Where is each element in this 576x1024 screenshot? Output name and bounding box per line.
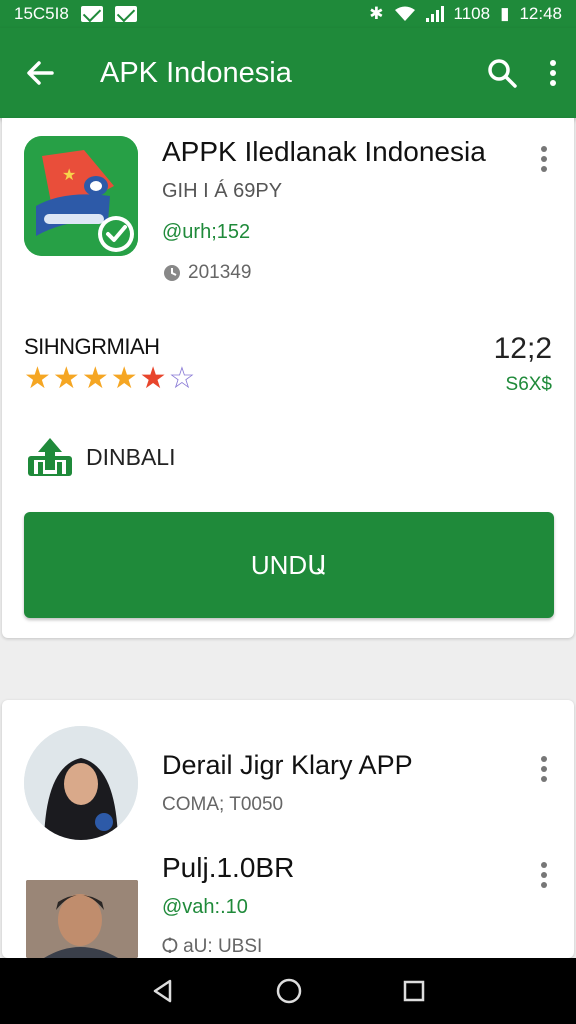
page-title: APK Indonesia xyxy=(100,56,292,89)
nav-recents-icon[interactable] xyxy=(402,979,426,1003)
svg-text:★: ★ xyxy=(62,167,76,184)
app-logo-icon[interactable]: ★ xyxy=(24,136,138,256)
list-item-sub: @vah:.10 xyxy=(162,896,248,918)
list-item-title[interactable]: Pulj.1.0BR xyxy=(162,852,294,884)
app-size-row: 201349 xyxy=(162,262,251,284)
list-item-meta: Ѻ aU: UBSI xyxy=(162,936,263,957)
wifi-icon xyxy=(394,6,415,21)
rating-value: 12;2 xyxy=(493,332,552,365)
app-detail-card: ★ APPK Iledlanak Indonesia GIH I Á 69PY … xyxy=(2,118,574,638)
search-icon[interactable] xyxy=(486,57,518,89)
battery-level: 1108 xyxy=(453,4,491,23)
back-button[interactable] xyxy=(18,51,62,95)
profile-photo[interactable] xyxy=(26,880,138,958)
app-developer: GIH I Á 69PY xyxy=(162,180,283,202)
rating-stars: ★ ★ ★ ★ ★ ☆ xyxy=(24,364,195,394)
list-item-menu-button[interactable] xyxy=(539,862,549,888)
status-bar: 15C5I8 ✱ 1108 ▮ 12:48 xyxy=(0,0,576,28)
signal-icon xyxy=(425,6,444,22)
download-icon xyxy=(28,438,72,476)
system-nav-bar xyxy=(0,958,576,1024)
overflow-menu-button[interactable] xyxy=(548,56,558,90)
rating-sub: S6X$ xyxy=(505,374,552,395)
star-icon: ★ xyxy=(52,362,80,395)
install-button[interactable]: UNDԱ xyxy=(24,512,554,618)
app-menu-button[interactable] xyxy=(539,146,549,172)
list-item-sub: COMA; T0050 xyxy=(162,794,284,815)
app-bar: APK Indonesia xyxy=(0,28,576,118)
download-row[interactable]: DINBALI xyxy=(26,436,175,478)
app-size: 201349 xyxy=(188,262,252,283)
status-time-left: 15C5I8 xyxy=(14,4,69,23)
clock-icon xyxy=(164,265,180,281)
star-icon: ★ xyxy=(24,362,51,395)
status-clock: 12:48 xyxy=(519,4,562,23)
list-item-menu-button[interactable] xyxy=(539,756,549,782)
download-label: DINBALI xyxy=(86,443,176,470)
star-half-icon: ★ xyxy=(110,362,138,395)
star-icon: ★ xyxy=(139,362,167,395)
bluetooth-icon: ✱ xyxy=(369,4,384,23)
mail-icon xyxy=(80,6,103,22)
back-arrow-icon xyxy=(27,61,54,85)
star-icon: ★ xyxy=(81,362,109,395)
rating-label: SIHNGRMIAH xyxy=(24,334,160,359)
nav-home-icon[interactable] xyxy=(275,977,303,1005)
app-list-card: Derail Jigr Klary APP COMA; T0050 Pulj.1… xyxy=(2,700,574,958)
app-version: @urh;152 xyxy=(162,221,251,243)
app-name: APPK Iledlanak Indonesia xyxy=(162,136,486,167)
list-item-title[interactable]: Derail Jigr Klary APP xyxy=(162,750,413,781)
avatar[interactable] xyxy=(24,726,138,840)
battery-icon: ▮ xyxy=(500,4,510,23)
star-outline-icon: ☆ xyxy=(168,362,196,395)
nav-back-icon[interactable] xyxy=(150,978,176,1004)
message-icon xyxy=(114,6,137,22)
